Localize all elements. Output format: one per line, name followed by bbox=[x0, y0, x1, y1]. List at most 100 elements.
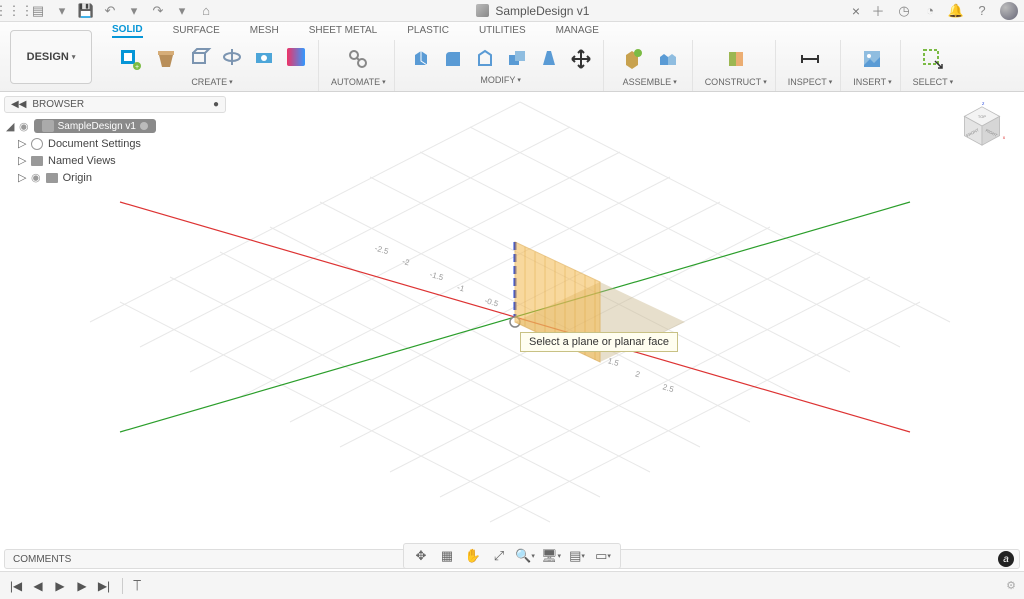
draft-button[interactable] bbox=[535, 45, 563, 73]
tree-label: Named Views bbox=[48, 155, 116, 167]
tree-root[interactable]: ◢ ◉ SampleDesign v1 bbox=[4, 117, 226, 135]
tree-item-named-views[interactable]: ▷ Named Views bbox=[4, 152, 226, 169]
create-form-button[interactable] bbox=[150, 43, 182, 75]
timeline-step-forward-button[interactable]: ▶ bbox=[74, 578, 90, 594]
timeline-marker-icon[interactable]: ⟙ bbox=[133, 577, 141, 594]
extensions-icon[interactable]: ◷ bbox=[896, 3, 912, 19]
svg-text:2: 2 bbox=[634, 369, 641, 379]
tree-item-document-settings[interactable]: ▷ Document Settings bbox=[4, 135, 226, 152]
gear-icon bbox=[31, 138, 43, 150]
tab-surface[interactable]: SURFACE bbox=[173, 25, 220, 36]
zoom-button[interactable]: ⤢ bbox=[490, 547, 508, 565]
group-automate: AUTOMATE▾ bbox=[323, 40, 395, 91]
svg-text:-1.5: -1.5 bbox=[429, 270, 445, 283]
tree-item-origin[interactable]: ▷ ◉ Origin bbox=[4, 169, 226, 186]
view-cube[interactable]: TOP FRONT RIGHT z x bbox=[958, 102, 1006, 150]
new-file-dropdown[interactable]: ▾ bbox=[54, 3, 70, 19]
visibility-toggle-icon[interactable]: ◉ bbox=[19, 120, 29, 133]
group-select: SELECT▾ bbox=[905, 40, 962, 91]
press-pull-button[interactable] bbox=[407, 45, 435, 73]
construct-plane-button[interactable] bbox=[720, 43, 752, 75]
document-title: SampleDesign v1 bbox=[222, 4, 844, 18]
group-insert: INSERT▾ bbox=[845, 40, 900, 91]
group-automate-label: AUTOMATE bbox=[331, 77, 380, 87]
feedback-badge[interactable]: a bbox=[998, 551, 1014, 567]
navigation-toolbar: ✥ ▦ ✋ ⤢ 🔍▾ 🖥▾ ▤▾ ▭▾ bbox=[403, 543, 621, 569]
browser-pin-icon[interactable]: ● bbox=[213, 99, 219, 110]
browser-title: BROWSER bbox=[32, 99, 84, 110]
move-button[interactable] bbox=[567, 45, 595, 73]
group-construct: CONSTRUCT▾ bbox=[697, 40, 776, 91]
pan-button[interactable]: ✋ bbox=[464, 547, 482, 565]
look-at-button[interactable]: ▦ bbox=[438, 547, 456, 565]
new-component-button[interactable] bbox=[616, 43, 648, 75]
undo-dropdown[interactable]: ▾ bbox=[126, 3, 142, 19]
group-select-label: SELECT bbox=[913, 77, 948, 87]
svg-text:-2.5: -2.5 bbox=[374, 244, 390, 257]
group-create: + bbox=[106, 40, 319, 91]
browser-tree: ◢ ◉ SampleDesign v1 ▷ Document Settings … bbox=[4, 117, 226, 186]
help-icon[interactable]: ? bbox=[974, 3, 990, 19]
display-settings-button[interactable]: 🖥▾ bbox=[542, 547, 560, 565]
group-create-label: CREATE bbox=[191, 77, 227, 87]
tab-plastic[interactable]: PLASTIC bbox=[407, 25, 449, 36]
tab-sheet-metal[interactable]: SHEET METAL bbox=[309, 25, 378, 36]
svg-text:-2: -2 bbox=[401, 257, 411, 268]
tab-mesh[interactable]: MESH bbox=[250, 25, 279, 36]
collapse-browser-icon[interactable]: ◀◀ bbox=[11, 99, 26, 110]
workspace-label: DESIGN bbox=[27, 51, 69, 63]
close-tab-button[interactable]: × bbox=[852, 3, 860, 19]
tab-manage[interactable]: MANAGE bbox=[556, 25, 599, 36]
notifications-icon[interactable]: 🔔 bbox=[948, 3, 964, 19]
undo-icon[interactable]: ↶ bbox=[102, 3, 118, 19]
orbit-button[interactable]: ✥ bbox=[412, 547, 430, 565]
root-component-chip[interactable]: SampleDesign v1 bbox=[34, 119, 156, 133]
timeline-step-back-button[interactable]: ◀ bbox=[30, 578, 46, 594]
ribbon-tool-row: + bbox=[100, 40, 1024, 91]
tree-label: Origin bbox=[63, 172, 92, 184]
tab-utilities[interactable]: UTILITIES bbox=[479, 25, 526, 36]
select-button[interactable] bbox=[917, 43, 949, 75]
combine-button[interactable] bbox=[503, 45, 531, 73]
measure-button[interactable] bbox=[794, 43, 826, 75]
browser-header[interactable]: ◀◀ BROWSER ● bbox=[4, 96, 226, 113]
hole-button[interactable] bbox=[250, 43, 278, 71]
job-status-icon[interactable]: ◔ bbox=[922, 3, 938, 19]
automate-button[interactable] bbox=[342, 43, 374, 75]
user-avatar[interactable] bbox=[1000, 2, 1018, 20]
svg-text:-1: -1 bbox=[456, 283, 466, 294]
workspace-switcher[interactable]: DESIGN▾ bbox=[10, 30, 92, 84]
folder-icon bbox=[46, 173, 58, 183]
emboss-button[interactable] bbox=[282, 43, 310, 71]
insert-button[interactable] bbox=[856, 43, 888, 75]
add-tab-button[interactable]: ＋ bbox=[870, 3, 886, 19]
home-icon[interactable]: ⌂ bbox=[198, 3, 214, 19]
new-file-icon[interactable]: ▤ bbox=[30, 3, 46, 19]
save-icon[interactable]: 💾 bbox=[78, 3, 94, 19]
redo-dropdown[interactable]: ▾ bbox=[174, 3, 190, 19]
zoom-window-button[interactable]: 🔍▾ bbox=[516, 547, 534, 565]
tab-solid[interactable]: SOLID bbox=[112, 24, 143, 38]
shell-button[interactable] bbox=[471, 45, 499, 73]
svg-text:TOP: TOP bbox=[978, 114, 986, 119]
viewport[interactable]: -2.5-2-1.5 -1-0.5 0.511.5 22.5 ◀◀ BROWSE… bbox=[0, 92, 1024, 545]
group-assemble-label: ASSEMBLE bbox=[623, 77, 672, 87]
timeline-settings-icon[interactable]: ⚙ bbox=[1006, 579, 1016, 592]
ribbon: DESIGN▾ SOLID SURFACE MESH SHEET METAL P… bbox=[0, 22, 1024, 92]
timeline-start-button[interactable]: |◀ bbox=[8, 578, 24, 594]
visibility-toggle-icon[interactable]: ◉ bbox=[31, 171, 41, 184]
revolve-button[interactable] bbox=[218, 43, 246, 71]
joint-button[interactable] bbox=[652, 43, 684, 75]
hint-tooltip: Select a plane or planar face bbox=[520, 332, 678, 352]
fillet-button[interactable] bbox=[439, 45, 467, 73]
viewport-layout-button[interactable]: ▭▾ bbox=[594, 547, 612, 565]
grid-settings-button[interactable]: ▤▾ bbox=[568, 547, 586, 565]
group-insert-label: INSERT bbox=[853, 77, 886, 87]
component-icon bbox=[42, 120, 54, 132]
timeline-end-button[interactable]: ▶| bbox=[96, 578, 112, 594]
apps-icon[interactable]: ⋮⋮⋮ bbox=[6, 3, 22, 19]
extrude-button[interactable] bbox=[186, 43, 214, 71]
timeline-play-button[interactable]: ▶ bbox=[52, 578, 68, 594]
create-sketch-button[interactable]: + bbox=[114, 43, 146, 75]
redo-icon[interactable]: ↷ bbox=[150, 3, 166, 19]
